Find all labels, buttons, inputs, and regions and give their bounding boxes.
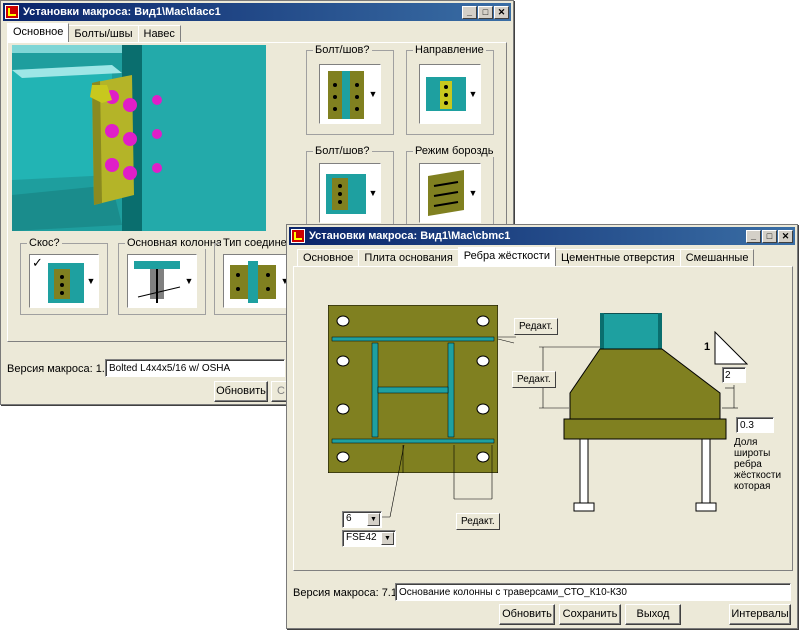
label-line: Доля широты bbox=[734, 437, 771, 459]
group-bevel: Скос? ✓ ▼ bbox=[20, 237, 108, 315]
back-version-label: Версия макроса: 1.12 bbox=[7, 363, 118, 375]
tab-main[interactable]: Основное bbox=[297, 249, 360, 266]
width-fraction-field[interactable]: 0.3 bbox=[736, 417, 774, 433]
group-label: Болт/шов? bbox=[313, 44, 372, 56]
front-version-field[interactable]: Основание колонны с траверсами_СТО_К10-К… bbox=[395, 583, 791, 601]
back-window-title: Установки макроса: Вид1\Mac\dacc1 bbox=[23, 6, 221, 18]
edit-button-3[interactable]: Редакт. bbox=[456, 513, 500, 530]
chevron-down-icon[interactable]: ▼ bbox=[367, 513, 380, 526]
front-window: Установки макроса: Вид1\Mac\cbmc1 _ □ ✕ … bbox=[286, 224, 798, 629]
group-label: Болт/шов? bbox=[313, 145, 372, 157]
bolted-beam-icon bbox=[328, 71, 364, 119]
dropdown-arrow-icon[interactable]: ▼ bbox=[86, 275, 96, 287]
tab-bolts-welds[interactable]: Болты/швы bbox=[68, 25, 139, 42]
group-label: Режим бороздь bbox=[413, 145, 496, 157]
front-window-titlebar[interactable]: Установки макроса: Вид1\Mac\cbmc1 _ □ ✕ bbox=[289, 227, 795, 245]
dropdown-arrow-icon[interactable]: ▼ bbox=[368, 187, 378, 199]
edit-button-2[interactable]: Редакт. bbox=[512, 371, 556, 388]
front-window-title: Установки макроса: Вид1\Mac\cbmc1 bbox=[309, 230, 511, 242]
tab-hang[interactable]: Навес bbox=[137, 25, 181, 42]
close-icon[interactable]: ✕ bbox=[778, 229, 793, 243]
edit-button-1[interactable]: Редакт. bbox=[514, 318, 558, 335]
slope-ratio-label: 1 bbox=[704, 341, 711, 353]
connection-type-picker[interactable]: ▼ bbox=[223, 254, 293, 308]
maximize-icon[interactable]: □ bbox=[762, 229, 777, 243]
direction-icon bbox=[426, 77, 466, 111]
chevron-down-icon[interactable]: ▼ bbox=[381, 532, 394, 545]
slope-triangle-icon bbox=[714, 331, 748, 365]
bolt-weld-picker-2[interactable]: ▼ bbox=[319, 163, 381, 223]
stiffener-count-combo[interactable]: 6 ▼ bbox=[342, 511, 382, 528]
dropdown-arrow-icon[interactable]: ▼ bbox=[468, 88, 478, 100]
label-line: жёсткости bbox=[734, 470, 782, 481]
group-bolt-weld-1: Болт/шов? ▼ bbox=[306, 44, 394, 135]
app-icon bbox=[291, 229, 305, 243]
group-label: Основная колонна bbox=[125, 237, 225, 249]
bolt-weld-picker-1[interactable]: ▼ bbox=[319, 64, 381, 124]
bevel-icon bbox=[48, 263, 84, 303]
label-line: которая bbox=[734, 481, 771, 492]
intervals-button[interactable]: Интервалы bbox=[729, 604, 791, 625]
direction-picker[interactable]: ▼ bbox=[419, 64, 481, 124]
connection-3d-view bbox=[12, 45, 266, 231]
tab-grout-holes[interactable]: Цементные отверстия bbox=[555, 249, 681, 266]
combo-value: 6 bbox=[346, 513, 352, 524]
angle-bolt-icon bbox=[326, 174, 366, 214]
minimize-icon[interactable]: _ bbox=[746, 229, 761, 243]
column-icon bbox=[134, 261, 181, 303]
group-label: Направление bbox=[413, 44, 486, 56]
dropdown-arrow-icon[interactable]: ▼ bbox=[184, 275, 194, 287]
group-bolt-weld-2: Болт/шов? ▼ bbox=[306, 145, 394, 233]
group-main-column: Основная колонна ▼ bbox=[118, 237, 225, 315]
maximize-icon[interactable]: □ bbox=[478, 5, 493, 19]
groove-icon bbox=[428, 170, 464, 216]
groove-mode-picker[interactable]: ▼ bbox=[419, 163, 481, 223]
group-label: Скос? bbox=[27, 237, 62, 249]
group-direction: Направление ▼ bbox=[406, 44, 494, 135]
tab-mixed[interactable]: Смешанные bbox=[679, 249, 755, 266]
minimize-icon[interactable]: _ bbox=[462, 5, 477, 19]
bevel-picker[interactable]: ✓ ▼ bbox=[29, 254, 99, 308]
update-button[interactable]: Обновить bbox=[499, 604, 555, 625]
app-icon bbox=[5, 5, 19, 19]
tab-main[interactable]: Основное bbox=[7, 23, 70, 43]
front-version-label: Версия макроса: 7.18 bbox=[293, 587, 404, 599]
save-button[interactable]: Сохранить bbox=[559, 604, 621, 625]
back-version-field[interactable]: Bolted L4x4x5/16 w/ OSHA bbox=[105, 359, 285, 377]
group-groove-mode: Режим бороздь ▼ bbox=[406, 145, 496, 233]
label-line: ребра bbox=[734, 459, 762, 470]
front-tab-panel: 1 2 Редакт. Редакт. Редакт. 0.3 Доля шир… bbox=[293, 266, 793, 571]
main-column-picker[interactable]: ▼ bbox=[127, 254, 197, 308]
tab-stiffeners[interactable]: Ребра жёсткости bbox=[457, 247, 556, 267]
combo-value: FSE42 bbox=[346, 532, 377, 543]
material-combo[interactable]: FSE42 ▼ bbox=[342, 530, 396, 547]
slope-ratio-field[interactable]: 2 bbox=[722, 367, 746, 383]
close-icon[interactable]: ✕ bbox=[494, 5, 509, 19]
tab-base-plate[interactable]: Плита основания bbox=[358, 249, 459, 266]
width-fraction-label: Доля широты ребра жёсткости которая bbox=[734, 437, 792, 492]
back-update-button[interactable]: Обновить bbox=[214, 381, 268, 402]
exit-button[interactable]: Выход bbox=[625, 604, 681, 625]
dropdown-arrow-icon[interactable]: ▼ bbox=[368, 88, 378, 100]
back-window-titlebar[interactable]: Установки макроса: Вид1\Mac\dacc1 _ □ ✕ bbox=[3, 3, 511, 21]
dropdown-arrow-icon[interactable]: ▼ bbox=[468, 187, 478, 199]
connection-icon bbox=[230, 261, 276, 303]
